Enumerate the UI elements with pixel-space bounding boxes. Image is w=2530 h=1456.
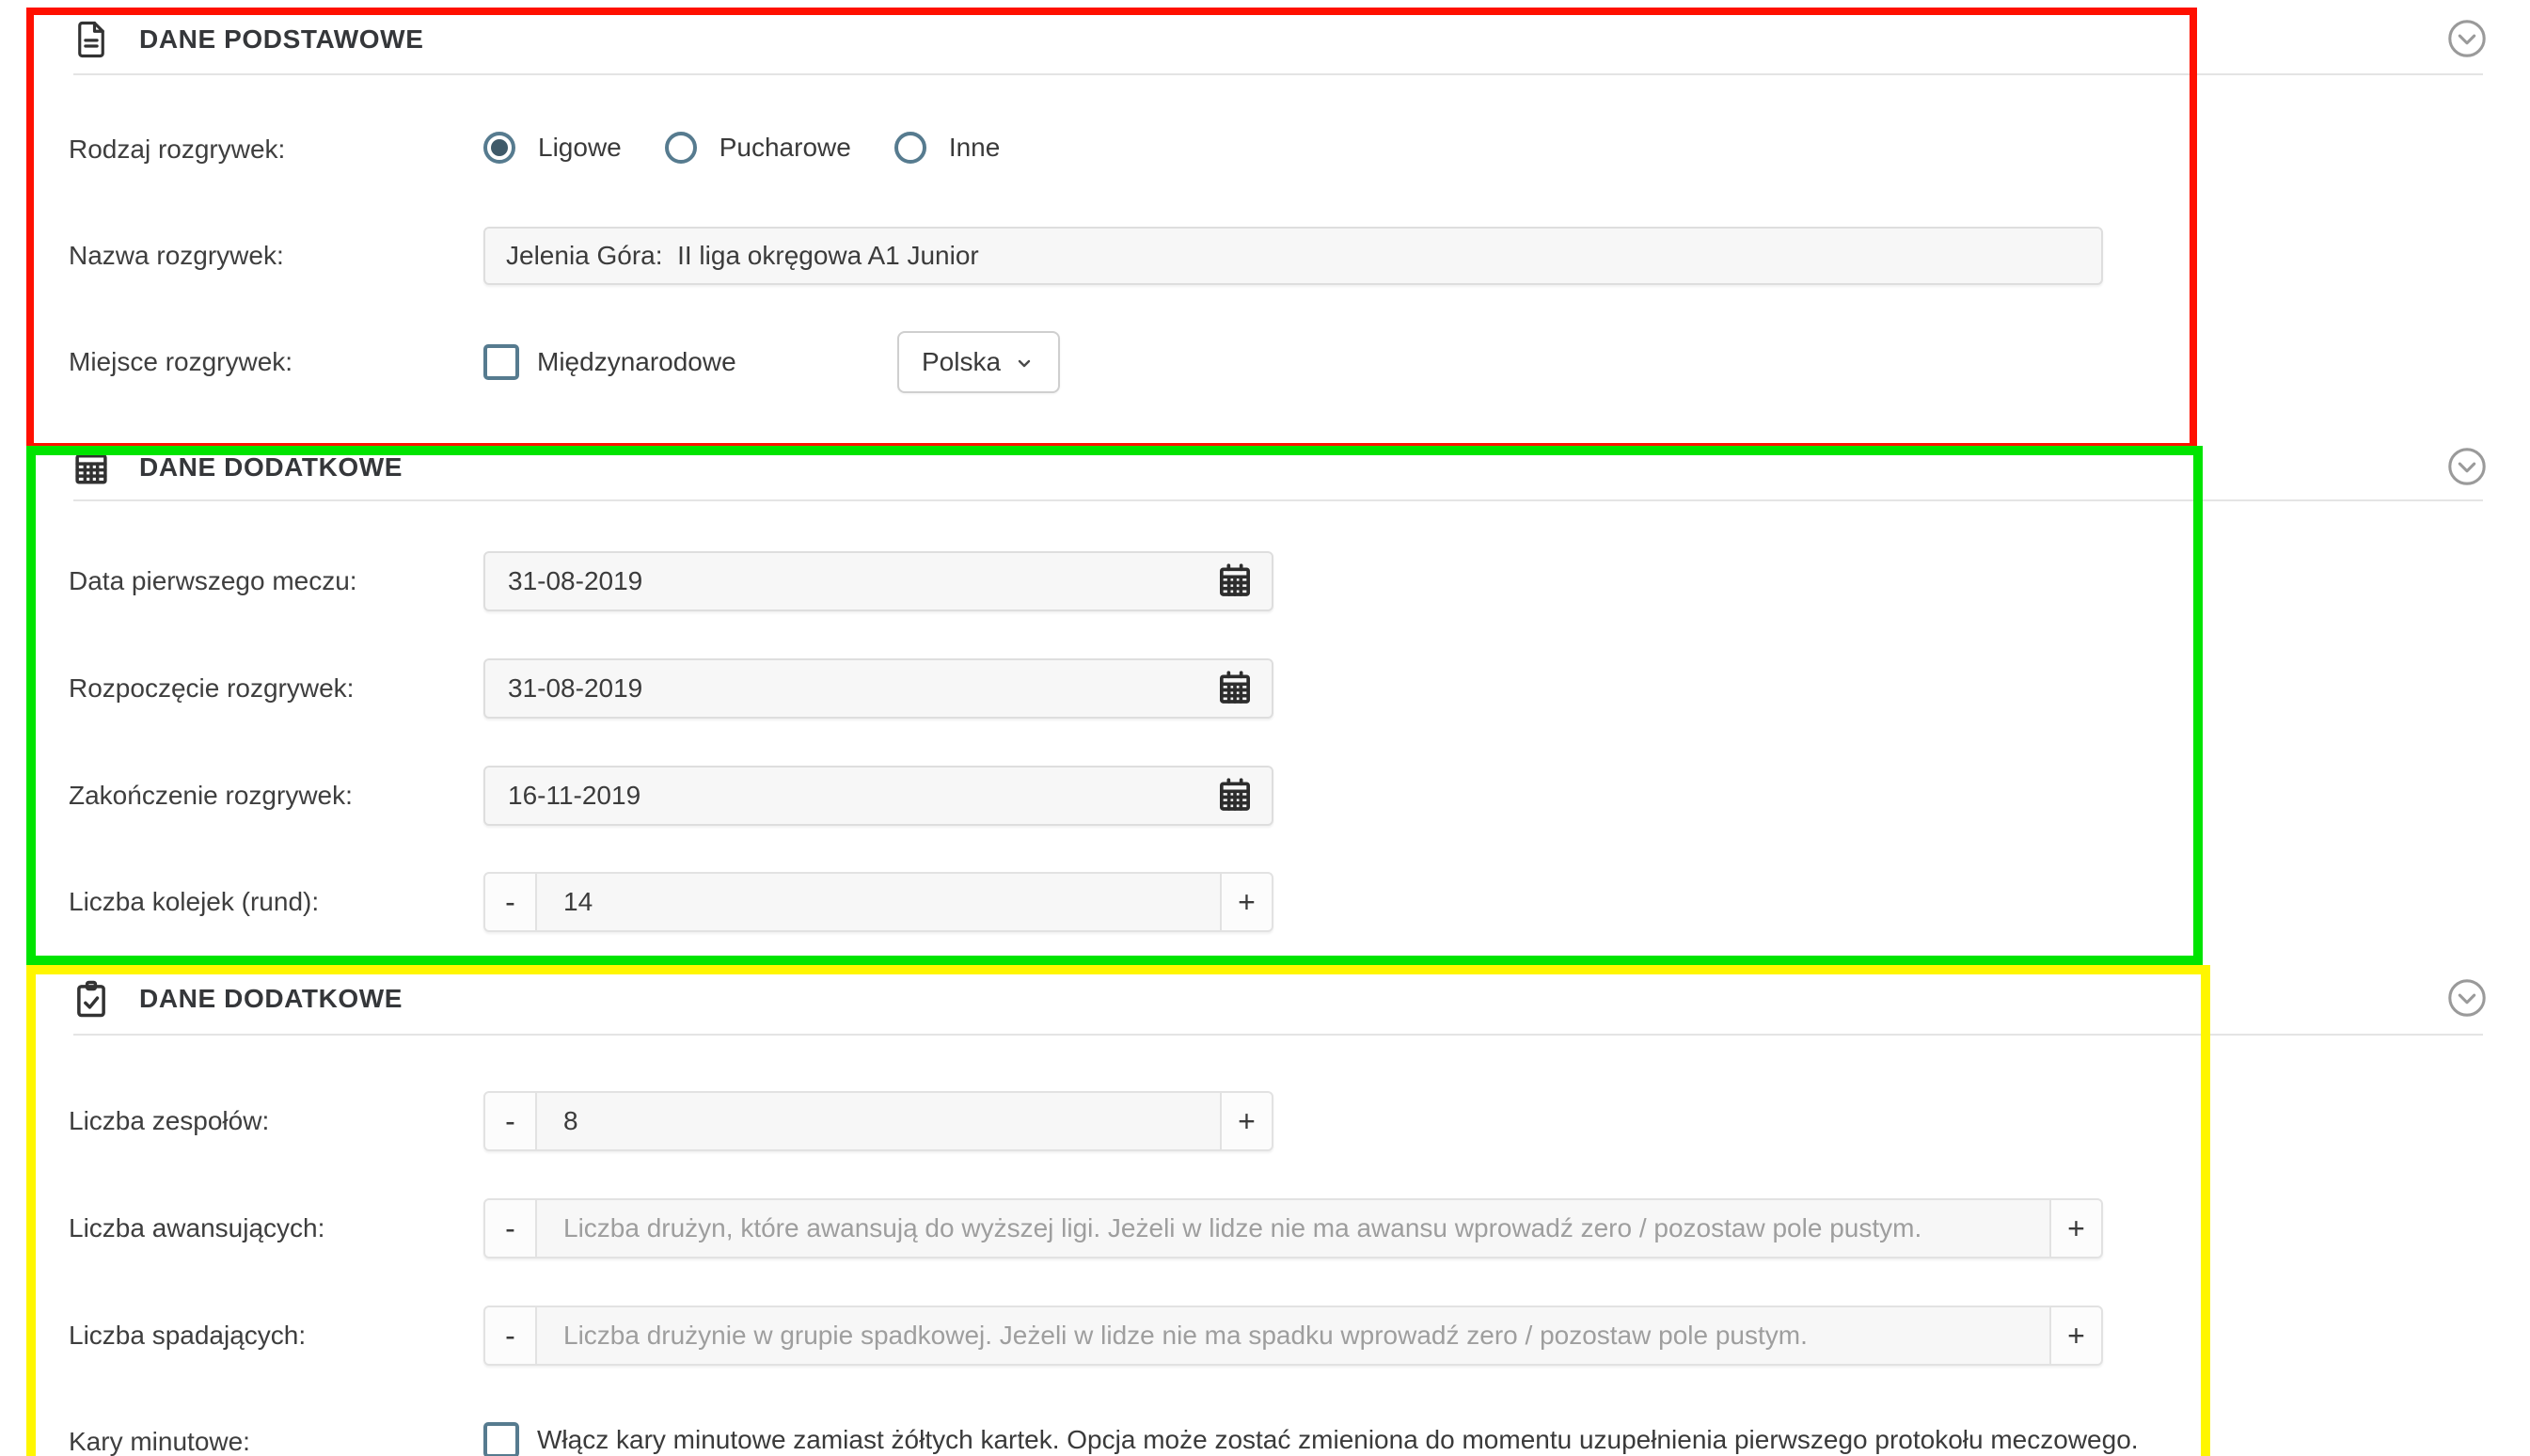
collapse-section-1-button[interactable] [2445,17,2489,60]
miedzynarodowe-checkbox-row: Międzynarodowe [483,344,736,380]
liczba-spadajacych-stepper: - + [483,1306,2103,1366]
radio-icon [483,132,515,164]
section-title: DANE DODATKOWE [139,452,403,483]
radio-icon [894,132,926,164]
rozpoczecie-rozgrywek-input[interactable] [508,673,1215,704]
radio-pucharowe[interactable]: Pucharowe [665,132,851,164]
liczba-kolejek-stepper: - + [483,872,1273,932]
section-header-dane-dodatkowe-1: DANE DODATKOWE [71,445,403,490]
liczba-awansujacych-input[interactable] [563,1213,2023,1243]
radio-icon [665,132,697,164]
decrement-button[interactable]: - [483,1306,537,1366]
calendar-icon [71,448,111,487]
radio-ligowe[interactable]: Ligowe [483,132,622,164]
section-divider [73,1034,2483,1036]
collapse-section-2-button[interactable] [2445,445,2489,488]
kary-minutowe-label: Kary minutowe: [69,1427,250,1456]
zakonczenie-rozgrywek-field [483,766,1273,826]
liczba-kolejek-label: Liczba kolejek (rund): [69,887,319,917]
miedzynarodowe-checkbox[interactable] [483,344,519,380]
stepper-value-field [537,1198,2049,1258]
chevron-down-circle-icon [2445,1008,2489,1022]
chevron-down-icon [1013,351,1036,373]
increment-button[interactable]: + [1220,1091,1273,1151]
data-pierwszego-meczu-label: Data pierwszego meczu: [69,566,357,596]
section-header-dane-podstawowe: DANE PODSTAWOWE [71,17,423,62]
competition-settings-page: DANE PODSTAWOWE Rodzaj rozgrywek: Ligowe… [0,0,2530,1456]
section-title: DANE PODSTAWOWE [139,24,423,55]
calendar-picker-button[interactable] [1215,776,1255,815]
clipboard-check-icon [71,979,111,1019]
radio-inne[interactable]: Inne [894,132,1001,164]
section-divider [73,499,2483,501]
section-title: DANE DODATKOWE [139,984,403,1014]
chevron-down-circle-icon [2445,49,2489,63]
nazwa-rozgrywek-input[interactable] [506,241,2080,271]
zakonczenie-rozgrywek-input[interactable] [508,781,1215,811]
liczba-zespolow-stepper: - + [483,1091,1273,1151]
calendar-icon [1216,588,1254,602]
nazwa-rozgrywek-field [483,227,2103,285]
data-pierwszego-meczu-field [483,551,1273,611]
collapse-section-3-button[interactable] [2445,976,2489,1020]
calendar-icon [1216,802,1254,816]
radio-label: Inne [949,133,1001,163]
section-header-dane-dodatkowe-2: DANE DODATKOWE [71,976,403,1021]
miejsce-rozgrywek-label: Miejsce rozgrywek: [69,347,293,377]
decrement-button[interactable]: - [483,872,537,932]
kary-minutowe-description: Włącz kary minutowe zamiast żółtych kart… [537,1425,2139,1455]
country-select-value: Polska [922,347,1001,377]
liczba-spadajacych-label: Liczba spadających: [69,1321,306,1351]
calendar-icon [1216,695,1254,709]
miedzynarodowe-label: Międzynarodowe [537,347,736,377]
kary-minutowe-checkbox-row: Włącz kary minutowe zamiast żółtych kart… [483,1422,2496,1456]
nazwa-rozgrywek-label: Nazwa rozgrywek: [69,241,284,271]
rozpoczecie-rozgrywek-label: Rozpoczęcie rozgrywek: [69,673,354,704]
document-icon [71,20,111,59]
rodzaj-rozgrywek-radio-group: Ligowe Pucharowe Inne [483,132,1000,164]
decrement-button[interactable]: - [483,1198,537,1258]
calendar-picker-button[interactable] [1215,669,1255,708]
liczba-awansujacych-stepper: - + [483,1198,2103,1258]
rodzaj-rozgrywek-label: Rodzaj rozgrywek: [69,135,285,165]
stepper-value-field [537,1091,1220,1151]
stepper-value-field [537,872,1220,932]
zakonczenie-rozgrywek-label: Zakończenie rozgrywek: [69,781,353,811]
liczba-zespolow-label: Liczba zespołów: [69,1106,269,1136]
radio-label: Pucharowe [719,133,851,163]
section-divider [73,73,2483,75]
increment-button[interactable]: + [2049,1198,2103,1258]
liczba-zespolow-input[interactable] [563,1106,1194,1136]
calendar-picker-button[interactable] [1215,562,1255,601]
country-select[interactable]: Polska [897,331,1060,393]
increment-button[interactable]: + [2049,1306,2103,1366]
data-pierwszego-meczu-input[interactable] [508,566,1215,596]
liczba-awansujacych-label: Liczba awansujących: [69,1213,324,1243]
liczba-kolejek-input[interactable] [563,887,1194,917]
kary-minutowe-checkbox[interactable] [483,1422,519,1456]
radio-label: Ligowe [538,133,622,163]
decrement-button[interactable]: - [483,1091,537,1151]
rozpoczecie-rozgrywek-field [483,658,1273,719]
increment-button[interactable]: + [1220,872,1273,932]
liczba-spadajacych-input[interactable] [563,1321,2023,1351]
chevron-down-circle-icon [2445,477,2489,491]
stepper-value-field [537,1306,2049,1366]
